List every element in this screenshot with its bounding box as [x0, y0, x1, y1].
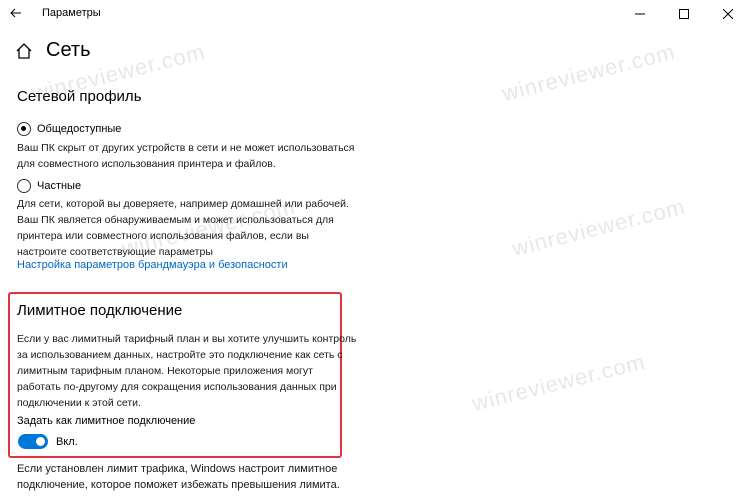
maximize-button[interactable] — [662, 0, 706, 28]
home-icon[interactable] — [15, 42, 35, 62]
page-title: Сеть — [46, 39, 91, 61]
close-button[interactable] — [706, 0, 750, 28]
close-icon — [723, 9, 733, 19]
public-description: Ваш ПК скрыт от других устройств в сети … — [17, 140, 354, 172]
toggle-knob — [36, 437, 45, 446]
minimize-button[interactable] — [618, 0, 662, 28]
maximize-icon — [679, 9, 689, 19]
firewall-settings-link[interactable]: Настройка параметров брандмауэра и безоп… — [17, 259, 288, 271]
radio-private[interactable] — [17, 179, 31, 193]
footer-description: Если установлен лимит трафика, Windows н… — [17, 461, 340, 493]
description-line: для совместного использования принтера и… — [17, 158, 276, 170]
metered-description: Если у вас лимитный тарифный план и вы х… — [17, 331, 356, 411]
minimize-icon — [635, 13, 645, 15]
description-line: Ваш ПК скрыт от других устройств в сети … — [17, 142, 355, 154]
watermark: winreviewer.com — [469, 348, 648, 417]
radio-public-label[interactable]: Общедоступные — [37, 123, 121, 135]
metered-heading: Лимитное подключение — [17, 302, 183, 319]
back-arrow-icon[interactable] — [6, 3, 26, 23]
description-line: подключение, которое поможет избежать пр… — [17, 479, 340, 491]
radio-private-label[interactable]: Частные — [37, 180, 81, 192]
metered-toggle-state: Вкл. — [56, 436, 78, 448]
watermark: winreviewer.com — [509, 193, 688, 262]
description-line: работать по-другому для сокращения испол… — [17, 381, 337, 393]
description-line: Для сети, которой вы доверяете, например… — [17, 198, 349, 210]
description-line: Если у вас лимитный тарифный план и вы х… — [17, 333, 357, 345]
description-line: за использованием данных, настройте это … — [17, 349, 343, 361]
description-line: подключении к этой сети. — [17, 397, 141, 409]
metered-toggle[interactable] — [18, 434, 48, 449]
radio-public[interactable] — [17, 122, 31, 136]
description-line: лимитным тарифным планом. Некоторые прил… — [17, 365, 313, 377]
window-title: Параметры — [42, 7, 101, 19]
description-line: Если установлен лимит трафика, Windows н… — [17, 463, 338, 475]
metered-toggle-label: Задать как лимитное подключение — [17, 415, 196, 427]
watermark: winreviewer.com — [499, 38, 678, 107]
